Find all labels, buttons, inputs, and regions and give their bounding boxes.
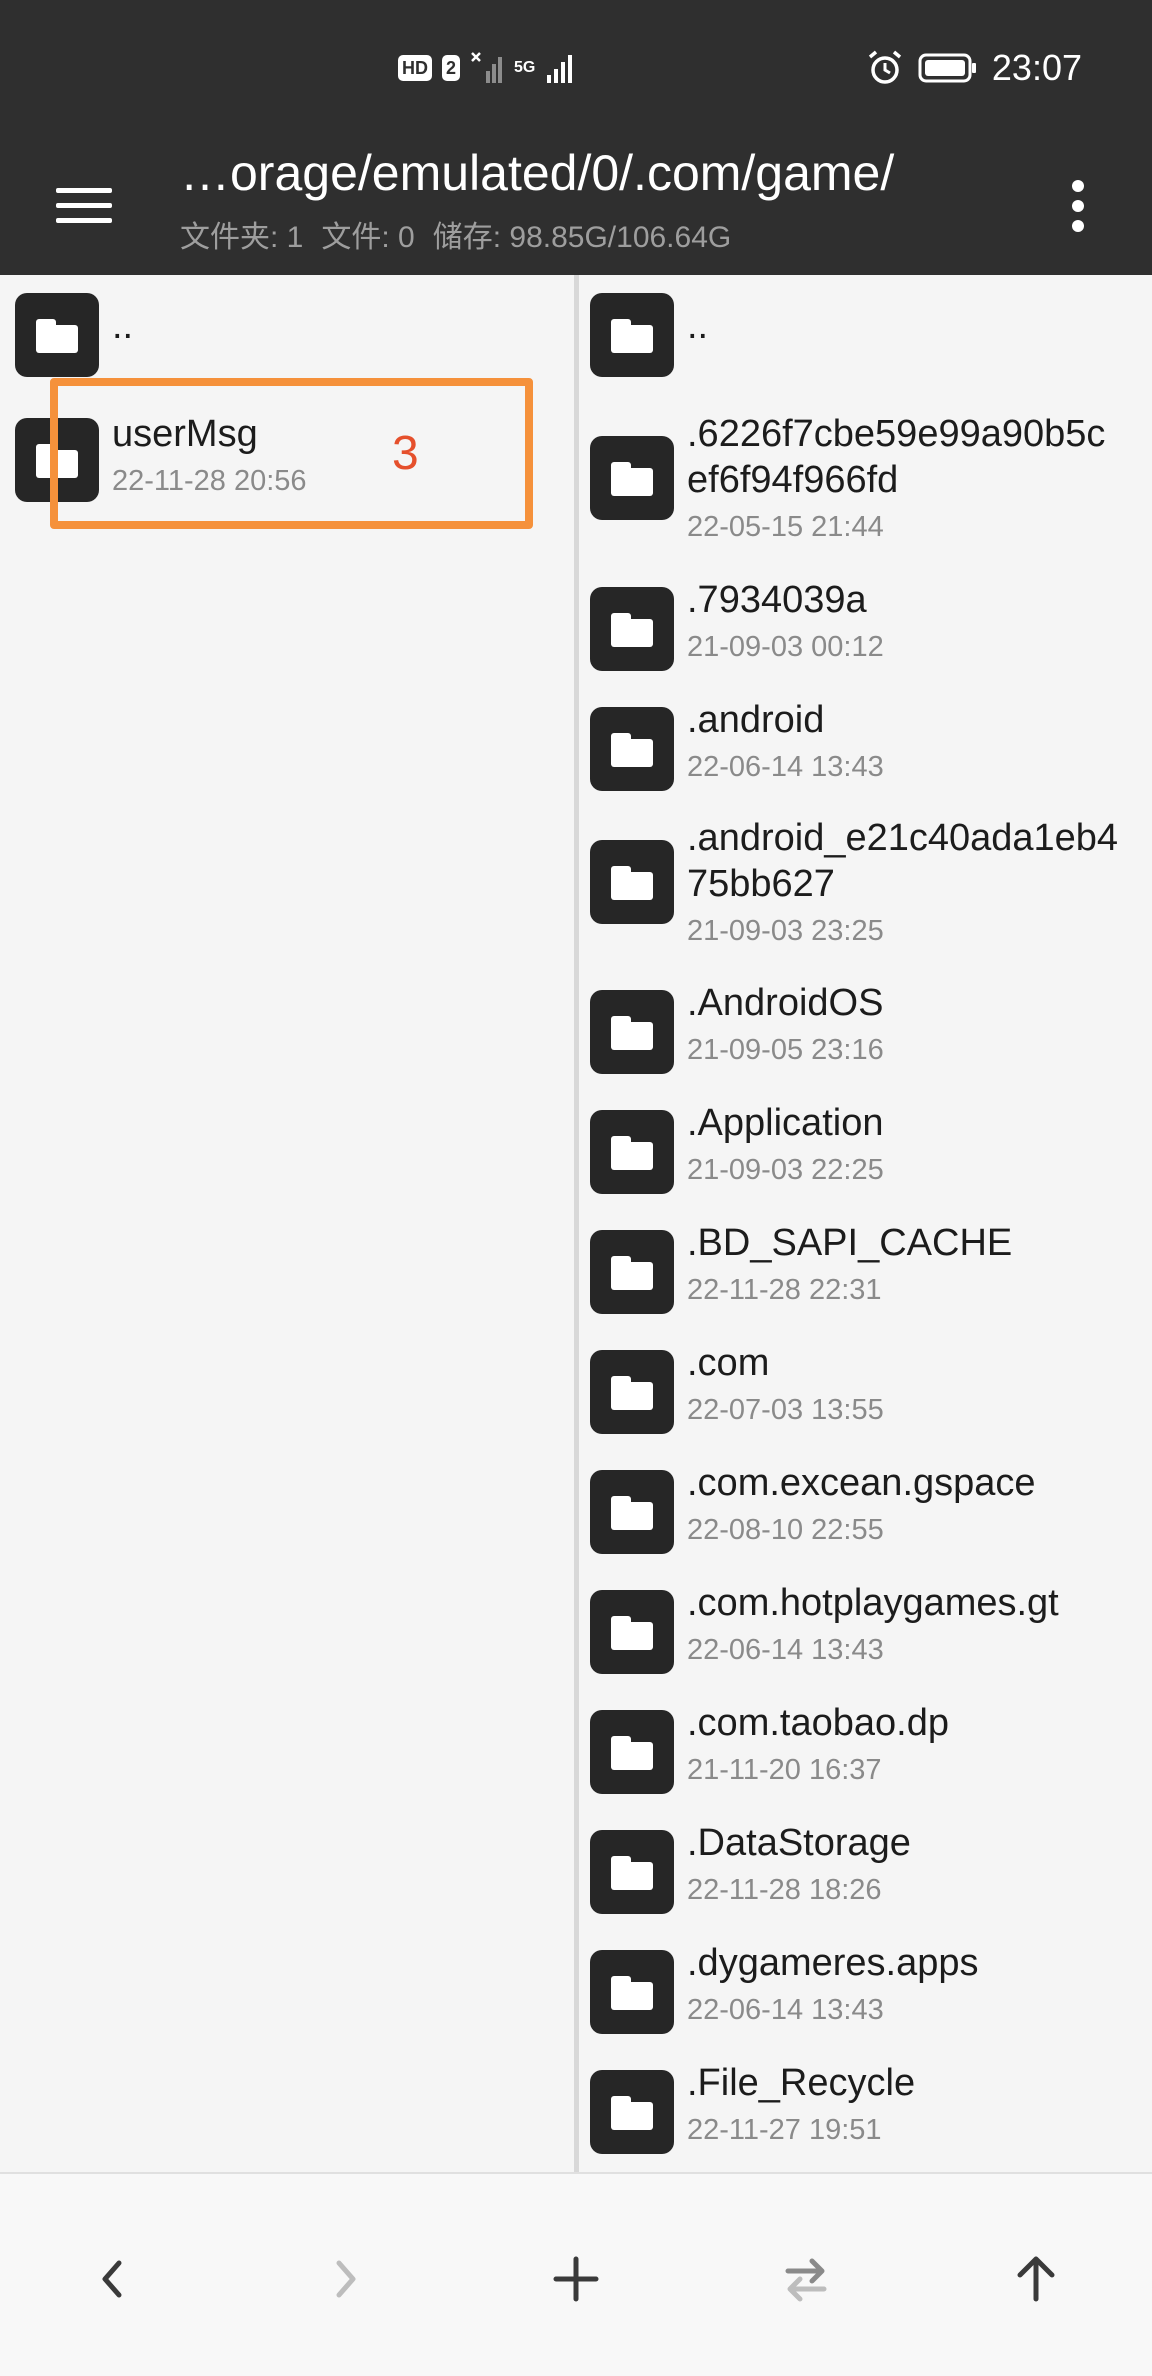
item-date: 22-07-03 13:55 [687,1394,884,1426]
item-date: 22-11-27 19:51 [687,2114,882,2146]
folder-icon [590,1830,674,1914]
list-item[interactable]: .BD_SAPI_CACHE 22-11-28 22:31 [579,1220,1152,1330]
list-item[interactable]: .com 22-07-03 13:55 [579,1340,1152,1450]
folder-icon [590,840,674,924]
list-item-parent[interactable]: .. [0,293,574,383]
item-name: .com.taobao.dp [687,1702,949,1744]
directory-summary: 文件夹: 1 文件: 0 储存: 98.85G/106.64G [180,212,731,256]
up-button[interactable] [991,2234,1081,2324]
item-date: 21-09-03 22:25 [687,1154,884,1186]
highlight-box [50,378,533,529]
folder-icon [590,587,674,671]
folder-icon [590,707,674,791]
status-indicators: HD 2 5G [398,50,575,86]
arrow-up-icon [1017,2256,1055,2302]
folder-icon [590,1590,674,1674]
folder-icon [590,1110,674,1194]
list-item[interactable]: .android 22-06-14 13:43 [579,697,1152,807]
forward-button[interactable] [300,2234,390,2324]
list-item[interactable]: .File_Recycle 22-11-27 19:51 [579,2060,1152,2170]
folder-icon [590,293,674,377]
item-date: 21-09-05 23:16 [687,1034,884,1066]
signal-x-icon [471,52,503,83]
folder-icon [15,293,99,377]
item-date: 22-11-28 18:26 [687,1874,882,1906]
item-name: .BD_SAPI_CACHE [687,1222,1013,1264]
add-button[interactable] [531,2234,621,2324]
item-name: .com.hotplaygames.gt [687,1582,1059,1624]
hd-badge: HD [398,55,432,81]
list-item[interactable]: .dygameres.apps 22-06-14 13:43 [579,1940,1152,2050]
item-name: .File_Recycle [687,2062,916,2104]
item-name: .6226f7cbe59e99a90b5c [687,413,1106,455]
list-item[interactable]: .Application 21-09-03 22:25 [579,1100,1152,1210]
folder-count: 文件夹: 1 [180,221,304,254]
item-name: .. [687,305,709,347]
folder-icon [590,2070,674,2154]
item-date: 22-06-14 13:43 [687,751,884,783]
list-item[interactable]: .com.excean.gspace 22-08-10 22:55 [579,1460,1152,1570]
chevron-left-icon [102,2260,122,2298]
folder-icon [590,990,674,1074]
swap-button[interactable] [761,2234,851,2324]
folder-icon [590,1350,674,1434]
list-item[interactable]: .AndroidOS 21-09-05 23:16 [579,980,1152,1090]
alarm-icon [868,50,902,84]
file-count: 文件: 0 [321,221,415,254]
more-vertical-icon[interactable] [1060,166,1096,246]
swap-icon [785,2258,827,2302]
item-date: 22-08-10 22:55 [687,1514,884,1546]
folder-icon [590,436,674,520]
item-name: .Application [687,1102,884,1144]
list-item[interactable]: .7934039a 21-09-03 00:12 [579,577,1152,687]
signal-icon [547,55,573,83]
item-name: .. [112,305,134,347]
chevron-right-icon [336,2260,356,2298]
list-item[interactable]: .com.taobao.dp 21-11-20 16:37 [579,1700,1152,1810]
status-bar: HD 2 5G 23:07 [0,0,1152,130]
list-item[interactable]: .android_e21c40ada1eb4 75bb627 21-09-03 … [579,815,1152,965]
folder-icon [590,1950,674,2034]
bottom-toolbar [0,2172,1152,2376]
sim-badge: 2 [442,55,461,81]
right-pane[interactable]: .. .6226f7cbe59e99a90b5c ef6f94f966fd 22… [579,275,1152,2172]
hamburger-menu-icon[interactable] [50,170,120,240]
item-date: 22-06-14 13:43 [687,1994,884,2026]
battery-icon [918,53,976,83]
storage-info: 储存: 98.85G/106.64G [432,221,732,254]
list-item[interactable]: .DataStorage 22-11-28 18:26 [579,1820,1152,1930]
item-name: .AndroidOS [687,982,884,1024]
folder-icon [590,1710,674,1794]
folder-icon [590,1230,674,1314]
plus-icon [553,2256,599,2302]
annotation-number: 3 [392,427,419,480]
list-item-parent[interactable]: .. [579,293,1152,383]
item-name: .android [687,699,825,741]
left-pane[interactable]: .. userMsg 22-11-28 20:56 [0,275,574,2172]
item-name-line2: ef6f94f966fd [687,459,899,501]
app-bar: …orage/emulated/0/.com/game/ 文件夹: 1 文件: … [0,130,1152,275]
clock: 23:07 [991,47,1082,88]
network-type-label: 5G [514,59,536,76]
status-right: 23:07 [866,46,1082,90]
item-name: .com [687,1342,770,1384]
item-date: 21-09-03 00:12 [687,631,884,663]
item-date: 21-11-20 16:37 [687,1754,882,1786]
item-date: 21-09-03 23:25 [687,915,884,947]
back-button[interactable] [68,2234,158,2324]
item-name: .com.excean.gspace [687,1462,1036,1504]
item-name: .android_e21c40ada1eb4 [687,817,1119,859]
item-date: 22-06-14 13:43 [687,1634,884,1666]
folder-icon [590,1470,674,1554]
item-name-line2: 75bb627 [687,863,835,905]
list-item[interactable]: .com.hotplaygames.gt 22-06-14 13:43 [579,1580,1152,1690]
item-name: .dygameres.apps [687,1942,979,1984]
item-name: .7934039a [687,579,867,621]
current-path: …orage/emulated/0/.com/game/ [180,145,895,201]
item-date: 22-11-28 22:31 [687,1274,882,1306]
list-item[interactable]: .6226f7cbe59e99a90b5c ef6f94f966fd 22-05… [579,411,1152,561]
item-date: 22-05-15 21:44 [687,511,884,543]
item-name: .DataStorage [687,1822,911,1864]
